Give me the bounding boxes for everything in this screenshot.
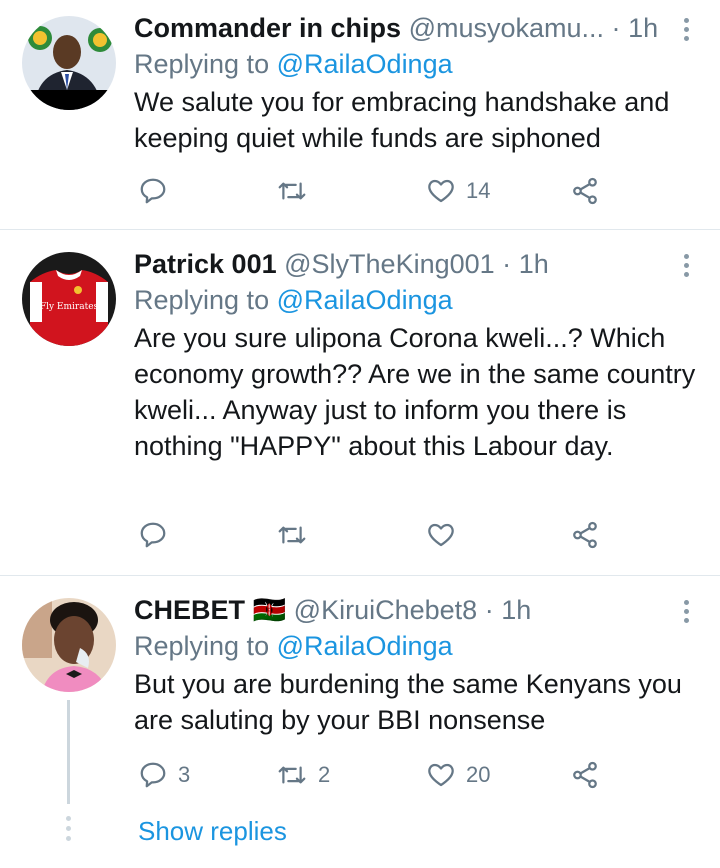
reply-button[interactable] xyxy=(138,520,178,550)
timestamp[interactable]: 1h xyxy=(628,13,658,43)
user-handle[interactable]: @KiruiChebet8 xyxy=(294,595,478,625)
user-handle[interactable]: @SlyTheKing001 xyxy=(284,249,495,279)
separator-dot: · xyxy=(611,13,621,43)
like-count: 20 xyxy=(466,762,491,787)
avatar-shirt-text: Fly Emirates xyxy=(40,302,99,312)
retweet-count: 2 xyxy=(318,762,331,787)
reply-button[interactable]: 3 xyxy=(138,760,190,790)
retweet-button[interactable] xyxy=(276,176,318,206)
share-icon xyxy=(573,761,597,789)
share-button[interactable] xyxy=(570,760,600,790)
display-name[interactable]: Commander in chips xyxy=(134,13,401,43)
tweet-text: Are you sure ulipona Corona kweli...? Wh… xyxy=(134,323,696,461)
timestamp[interactable]: 1h xyxy=(519,249,549,279)
reply-icon xyxy=(140,178,166,204)
tweet-header: CHEBET 🇰🇪 @KiruiChebet8 · 1h xyxy=(134,592,700,628)
more-options-button[interactable] xyxy=(684,18,690,41)
tweet-text: But you are burdening the same Kenyans y… xyxy=(134,669,682,735)
tweet-text: We salute you for embracing handshake an… xyxy=(134,87,670,153)
like-count: 14 xyxy=(466,178,491,203)
separator-dot: · xyxy=(484,595,494,625)
avatar[interactable]: Fly Emirates xyxy=(22,252,116,346)
more-vertical-icon xyxy=(684,600,689,605)
separator-dot: · xyxy=(502,249,512,279)
tweet-header: Commander in chips @musyokamu... · 1h xyxy=(134,10,700,46)
more-options-button[interactable] xyxy=(684,254,690,277)
replying-to-mention[interactable]: @RailaOdinga xyxy=(277,631,453,661)
tweet[interactable]: Commander in chips @musyokamu... · 1h Re… xyxy=(0,0,720,230)
share-icon xyxy=(573,177,597,205)
heart-icon xyxy=(428,763,454,787)
replying-to-label: Replying to xyxy=(134,631,270,661)
retweet-icon xyxy=(278,182,306,200)
reply-count: 3 xyxy=(178,762,191,787)
like-button[interactable]: 20 xyxy=(426,760,490,790)
more-options-button[interactable] xyxy=(684,600,690,623)
more-vertical-icon xyxy=(684,254,689,259)
replying-to-mention[interactable]: @RailaOdinga xyxy=(277,49,453,79)
tweet-header: Patrick 001 @SlyTheKing001 · 1h xyxy=(134,246,700,282)
like-button[interactable]: 14 xyxy=(426,176,490,206)
timestamp[interactable]: 1h xyxy=(501,595,531,625)
thread-line xyxy=(67,700,70,804)
show-replies-link[interactable]: Show replies xyxy=(138,816,287,847)
replying-to-mention[interactable]: @RailaOdinga xyxy=(277,285,453,315)
tweet[interactable]: Fly Emirates Patrick 001 @SlyTheKing001 … xyxy=(0,230,720,576)
retweet-icon xyxy=(278,526,306,544)
share-icon xyxy=(573,521,597,549)
retweet-button[interactable] xyxy=(276,520,318,550)
replying-to-label: Replying to xyxy=(134,285,270,315)
replying-to: Replying to @RailaOdinga xyxy=(134,282,700,318)
retweet-button[interactable]: 2 xyxy=(276,760,330,790)
user-handle[interactable]: @musyokamu... xyxy=(409,13,604,43)
display-name[interactable]: CHEBET xyxy=(134,595,245,625)
more-vertical-icon xyxy=(684,18,689,23)
reply-button[interactable] xyxy=(138,176,178,206)
replying-to: Replying to @RailaOdinga xyxy=(134,628,700,664)
avatar[interactable] xyxy=(22,16,116,110)
reply-icon xyxy=(140,522,166,548)
replying-to: Replying to @RailaOdinga xyxy=(134,46,700,82)
share-button[interactable] xyxy=(570,520,600,550)
retweet-icon xyxy=(278,766,306,784)
tweet[interactable]: CHEBET 🇰🇪 @KiruiChebet8 · 1h Replying to… xyxy=(0,576,720,868)
reply-icon xyxy=(140,762,166,788)
thread-continuation xyxy=(66,816,71,841)
heart-icon xyxy=(428,179,454,203)
share-button[interactable] xyxy=(570,176,600,206)
replying-to-label: Replying to xyxy=(134,49,270,79)
display-name[interactable]: Patrick 001 xyxy=(134,249,277,279)
heart-icon xyxy=(428,523,454,547)
kenya-flag-icon: 🇰🇪 xyxy=(252,595,287,625)
like-button[interactable] xyxy=(426,520,466,550)
avatar[interactable] xyxy=(22,598,116,692)
